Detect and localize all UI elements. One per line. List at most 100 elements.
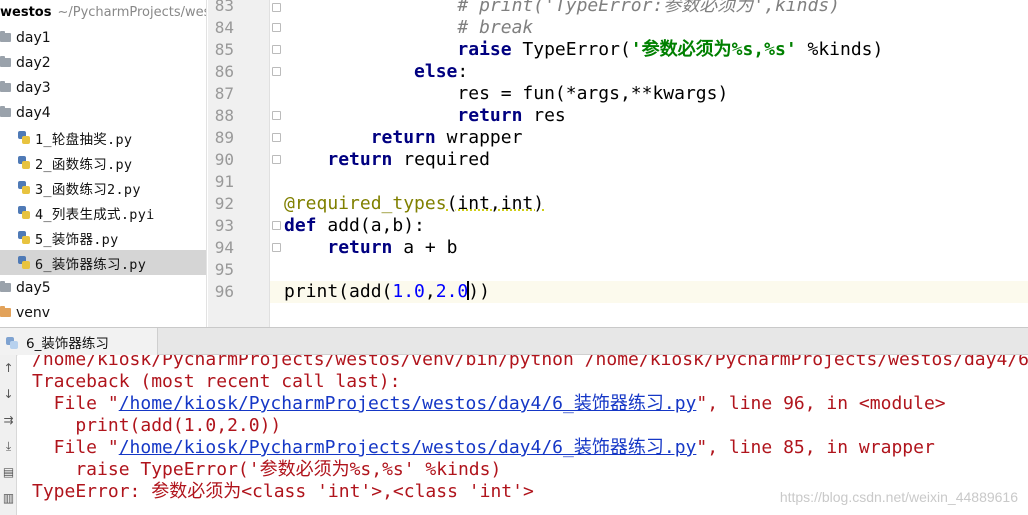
code-line[interactable]: @required_types(int,int) — [284, 193, 544, 215]
soft-wrap-icon[interactable]: ⇉ — [2, 413, 15, 427]
tree-item-day1[interactable]: day1 — [0, 25, 206, 50]
folder-icon — [0, 81, 11, 92]
tree-item-day2[interactable]: day2 — [0, 50, 206, 75]
console-command: /home/kiosk/PycharmProjects/westos/venv/… — [32, 355, 1028, 370]
folder-icon — [0, 56, 11, 67]
keyword: return — [327, 237, 393, 258]
code-text: wrapper — [435, 127, 523, 148]
down-arrow-icon[interactable]: ↓ — [2, 387, 15, 401]
code-text: (int,int) — [446, 193, 545, 214]
console-text: File " — [32, 393, 119, 414]
code-line[interactable]: # print('TypeError:参数必须为',kinds) — [284, 0, 840, 17]
print-icon[interactable]: ▤ — [2, 465, 15, 479]
line-number: 89 — [214, 128, 234, 147]
watermark: https://blog.csdn.net/weixin_44889616 — [779, 489, 1018, 505]
run-tab-bar: 6_装饰器练习 — [0, 327, 1028, 356]
code-text: )) — [468, 281, 490, 302]
fold-marker-icon[interactable] — [272, 67, 281, 76]
python-file-icon — [18, 206, 30, 219]
tree-item-label: 2_函数练习.py — [35, 156, 133, 173]
code-text: %kinds) — [796, 39, 884, 60]
console-text: File " — [32, 437, 119, 458]
fold-marker-icon[interactable] — [272, 243, 281, 252]
folder-icon — [0, 106, 11, 117]
code-text: : — [457, 61, 469, 82]
python-file-icon — [18, 256, 30, 269]
line-number: 88 — [214, 106, 234, 125]
line-number: 85 — [214, 40, 234, 59]
line-number: 96 — [214, 282, 234, 301]
project-path: ~/PycharmProjects/westos — [57, 5, 206, 20]
code-text: required — [392, 149, 490, 170]
tree-item-file-4[interactable]: 4_列表生成式.pyi — [0, 200, 206, 225]
excluded-folder-icon — [0, 306, 11, 317]
fold-marker-icon[interactable] — [272, 3, 281, 12]
console-traceback-header: Traceback (most recent call last): — [32, 371, 401, 392]
console-error: TypeError: 参数必须为<class 'int'>,<class 'in… — [32, 481, 534, 502]
project-tree[interactable]: westos ~/PycharmProjects/westos day1 day… — [0, 0, 207, 327]
run-tab[interactable]: 6_装饰器练习 — [0, 328, 158, 356]
fold-marker-icon[interactable] — [272, 133, 281, 142]
file-link[interactable]: /home/kiosk/PycharmProjects/westos/day4/… — [119, 393, 697, 414]
folder-icon — [0, 281, 11, 292]
project-root[interactable]: westos ~/PycharmProjects/westos — [0, 0, 206, 25]
tree-item-venv[interactable]: venv — [0, 300, 206, 325]
tree-item-file-3[interactable]: 3_函数练习2.py — [0, 175, 206, 200]
python-file-icon — [18, 181, 30, 194]
tree-item-label: day1 — [16, 29, 51, 46]
code-text: add(a,b): — [316, 215, 425, 236]
tree-item-label: 1_轮盘抽奖.py — [35, 131, 133, 148]
code-line[interactable]: return required — [284, 149, 490, 171]
code-text: a + b — [392, 237, 458, 258]
tree-item-file-5[interactable]: 5_装饰器.py — [0, 225, 206, 250]
line-number: 94 — [214, 238, 234, 257]
keyword: raise — [457, 39, 512, 60]
line-number: 83 — [214, 0, 234, 15]
code-line[interactable]: def add(a,b): — [284, 215, 425, 237]
console-text: ", line 96, in <module> — [696, 393, 946, 414]
fold-marker-icon[interactable] — [272, 45, 281, 54]
tree-item-file-2[interactable]: 2_函数练习.py — [0, 150, 206, 175]
tree-item-day3[interactable]: day3 — [0, 75, 206, 100]
code-line[interactable]: print(add(1.0,2.0)) — [284, 281, 490, 303]
line-number: 86 — [214, 62, 234, 81]
tree-item-file-6-selected[interactable]: 6_装饰器练习.py — [0, 250, 206, 275]
code-line[interactable]: # break — [284, 17, 533, 39]
line-number: 95 — [214, 260, 234, 279]
code-line[interactable]: res = fun(*args,**kwargs) — [284, 83, 728, 105]
code-line[interactable]: return res — [284, 105, 566, 127]
code-line[interactable]: return wrapper — [284, 127, 523, 149]
trash-icon[interactable]: ▥ — [2, 491, 15, 505]
tree-item-label: day3 — [16, 79, 51, 96]
code-text: , — [424, 281, 436, 302]
line-number: 93 — [214, 216, 234, 235]
fold-marker-icon[interactable] — [272, 155, 281, 164]
line-number: 90 — [214, 150, 234, 169]
tree-item-label: day2 — [16, 54, 51, 71]
code-line[interactable]: else: — [284, 61, 468, 83]
tree-item-file-1[interactable]: 1_轮盘抽奖.py — [0, 125, 206, 150]
tree-item-label: day4 — [16, 104, 51, 121]
code-text: res — [522, 105, 566, 126]
python-file-icon — [18, 231, 30, 244]
code-text: print(add( — [284, 281, 393, 302]
python-run-icon — [6, 336, 18, 349]
code-editor[interactable]: 83 84 85 86 87 88 89 90 91 92 93 94 95 9… — [208, 0, 1028, 327]
fold-marker-icon[interactable] — [272, 111, 281, 120]
scroll-to-end-icon[interactable]: ⤓ — [2, 439, 15, 453]
code-line[interactable]: return a + b — [284, 237, 457, 259]
tree-item-day4[interactable]: day4 — [0, 100, 206, 125]
fold-marker-icon[interactable] — [272, 23, 281, 32]
code-line[interactable]: raise TypeError('参数必须为%s,%s' %kinds) — [284, 39, 883, 61]
up-arrow-icon[interactable]: ↑ — [2, 361, 15, 375]
line-number: 84 — [214, 18, 234, 37]
fold-marker-icon[interactable] — [272, 221, 281, 230]
tree-item-label: day5 — [16, 279, 51, 296]
file-link[interactable]: /home/kiosk/PycharmProjects/westos/day4/… — [119, 437, 697, 458]
tree-item-day5[interactable]: day5 — [0, 275, 206, 300]
keyword: else — [414, 61, 458, 82]
